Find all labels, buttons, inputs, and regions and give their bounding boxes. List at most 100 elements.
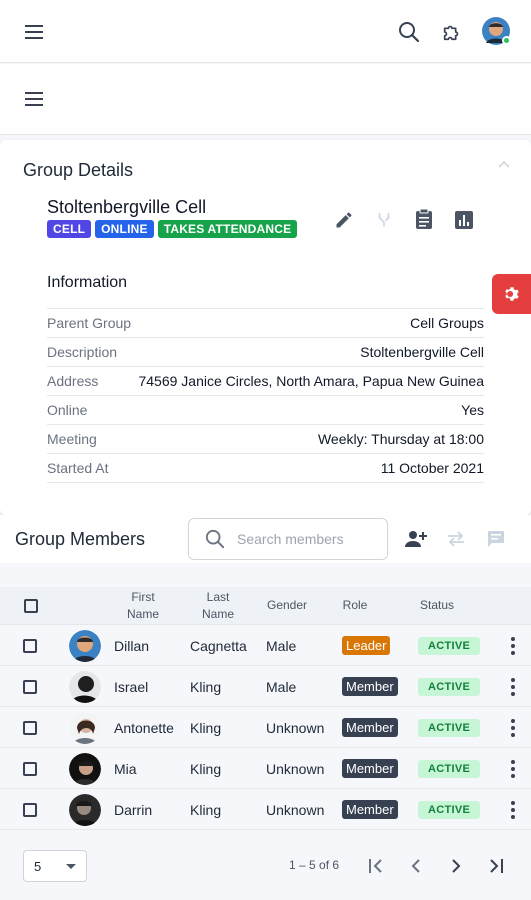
row-checkbox[interactable] — [23, 748, 37, 789]
column-last-name[interactable]: Last Name — [194, 587, 242, 625]
last-name: Kling — [190, 719, 222, 736]
message-icon[interactable] — [484, 527, 508, 551]
edit-icon[interactable] — [332, 208, 356, 232]
info-value: 11 October 2021 — [380, 460, 484, 476]
settings-fab[interactable] — [492, 274, 531, 314]
row-checkbox[interactable] — [23, 707, 37, 748]
info-value: 74569 Janice Circles, North Amara, Papua… — [138, 373, 484, 389]
row-menu-icon[interactable] — [511, 748, 515, 789]
table-row[interactable]: Dillan Cagnetta Male Leader ACTIVE — [0, 625, 531, 666]
last-name: Kling — [190, 801, 222, 818]
row-menu-icon[interactable] — [511, 625, 515, 666]
first-name: Darrin — [114, 801, 153, 818]
info-value: Yes — [461, 402, 484, 418]
info-row-description: Description Stoltenbergville Cell — [47, 338, 484, 367]
info-row-address: Address 74569 Janice Circles, North Amara… — [47, 367, 484, 396]
info-label: Description — [47, 344, 118, 360]
previous-page-icon[interactable] — [402, 852, 430, 880]
page-size-value: 5 — [34, 858, 42, 874]
avatar — [69, 625, 101, 666]
role-badge: Member — [342, 718, 398, 737]
pagination-bar: 5 1 – 5 of 6 — [0, 832, 531, 900]
user-avatar[interactable] — [482, 17, 511, 45]
avatar — [69, 789, 101, 830]
app-topbar — [0, 0, 531, 63]
gender: Male — [266, 678, 297, 695]
avatar — [69, 748, 101, 789]
status-badge: ACTIVE — [418, 636, 481, 655]
first-name: Antonette — [114, 719, 174, 736]
menu-icon[interactable] — [22, 19, 48, 45]
last-name: Kling — [190, 760, 222, 777]
table-row[interactable]: Antonette Kling Unknown Member ACTIVE — [0, 707, 531, 748]
info-row-parent-group: Parent Group Cell Groups — [47, 309, 484, 338]
row-menu-icon[interactable] — [511, 707, 515, 748]
table-row[interactable]: Mia Kling Unknown Member ACTIVE — [0, 748, 531, 789]
row-menu-icon[interactable] — [511, 789, 515, 830]
column-gender[interactable]: Gender — [262, 587, 312, 625]
search-members-input[interactable] — [237, 531, 377, 547]
gender: Unknown — [266, 719, 325, 736]
info-row-online: Online Yes — [47, 396, 484, 425]
last-name: Cagnetta — [190, 637, 247, 654]
avatar — [69, 666, 101, 707]
table-row[interactable]: Darrin Kling Unknown Member ACTIVE — [0, 789, 531, 830]
clipboard-icon[interactable] — [412, 207, 436, 231]
first-name: Dillan — [114, 637, 150, 654]
first-name: Mia — [114, 760, 137, 777]
online-status-dot — [502, 36, 511, 45]
swap-icon[interactable] — [444, 527, 468, 551]
group-name: Stoltenbergville Cell — [47, 197, 207, 217]
chart-icon[interactable] — [452, 208, 476, 232]
member-search-box[interactable] — [188, 518, 388, 560]
info-label: Online — [47, 402, 88, 418]
info-value: Stoltenbergville Cell — [360, 344, 484, 360]
select-all-checkbox[interactable] — [23, 587, 39, 625]
role-badge: Leader — [342, 636, 391, 655]
merge-icon[interactable] — [372, 208, 396, 232]
collapse-chevron-icon[interactable] — [496, 158, 512, 170]
page-size-select[interactable]: 5 — [23, 850, 87, 882]
info-value: Weekly: Thursday at 18:00 — [317, 431, 484, 447]
search-icon — [205, 529, 225, 549]
menu-icon[interactable] — [22, 86, 48, 112]
members-table: First Name Last Name Gender Role Status … — [0, 587, 531, 830]
column-status[interactable]: Status — [416, 587, 458, 625]
first-page-icon[interactable] — [362, 852, 390, 880]
info-value: Cell Groups — [410, 315, 484, 331]
status-badge: ACTIVE — [418, 718, 481, 737]
last-page-icon[interactable] — [482, 852, 510, 880]
dropdown-caret-icon — [66, 864, 76, 869]
status-badge: ACTIVE — [418, 800, 481, 819]
row-checkbox[interactable] — [23, 789, 37, 830]
info-label: Meeting — [47, 431, 97, 447]
table-row[interactable]: Israel Kling Male Member ACTIVE — [0, 666, 531, 707]
role-badge: Member — [342, 677, 398, 696]
next-page-icon[interactable] — [442, 852, 470, 880]
group-details-card: Group Details Stoltenbergville Cell CELL… — [0, 140, 531, 515]
tag-online: ONLINE — [95, 220, 154, 238]
information-table: Parent Group Cell Groups Description Stolt… — [47, 308, 484, 483]
avatar — [69, 707, 101, 748]
info-row-meeting: Meeting Weekly: Thursday at 18:00 — [47, 425, 484, 454]
page-range: 1 – 5 of 6 — [289, 858, 340, 872]
puzzle-icon[interactable] — [437, 17, 467, 47]
row-checkbox[interactable] — [23, 666, 37, 707]
info-label: Parent Group — [47, 315, 132, 331]
group-tags: CELL ONLINE TAKES ATTENDANCE — [47, 220, 298, 238]
members-title: Group Members — [15, 529, 146, 549]
add-member-icon[interactable] — [403, 527, 429, 551]
row-menu-icon[interactable] — [511, 666, 515, 707]
last-name: Kling — [190, 678, 222, 695]
row-checkbox[interactable] — [23, 625, 37, 666]
tag-takes-attendance: TAKES ATTENDANCE — [157, 220, 298, 238]
status-badge: ACTIVE — [418, 677, 481, 696]
gender: Male — [266, 637, 297, 654]
role-badge: Member — [342, 759, 398, 778]
info-row-started-at: Started At 11 October 2021 — [47, 454, 484, 483]
tag-cell: CELL — [47, 220, 92, 238]
column-role[interactable]: Role — [340, 587, 370, 625]
gender: Unknown — [266, 760, 325, 777]
column-first-name[interactable]: First Name — [118, 587, 168, 625]
search-icon[interactable] — [395, 18, 423, 46]
